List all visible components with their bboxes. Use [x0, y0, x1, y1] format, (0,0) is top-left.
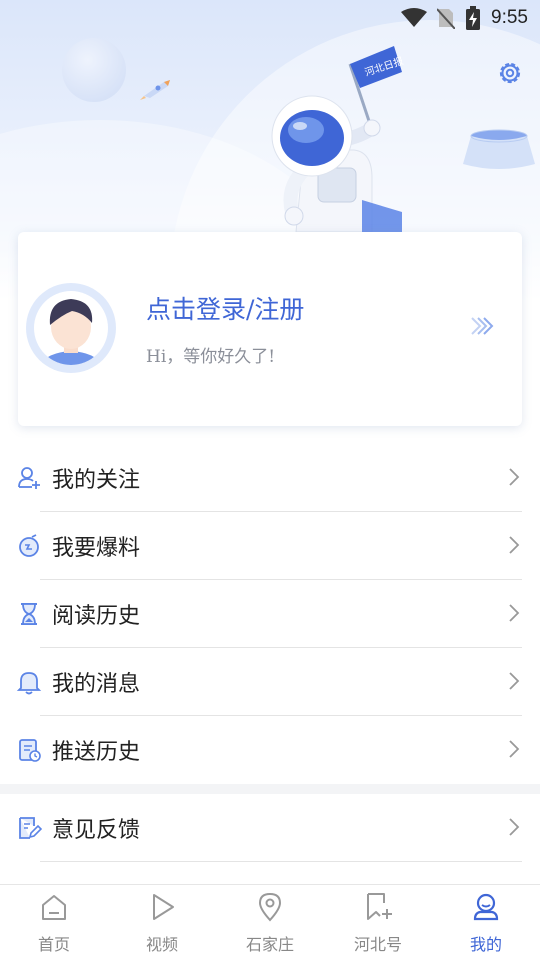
moon-illustration	[62, 38, 126, 102]
nav-tab-video[interactable]: 视频	[108, 885, 216, 961]
section-divider	[0, 784, 540, 794]
chevron-right-icon	[509, 536, 520, 554]
chevron-right-double-icon	[471, 317, 494, 335]
menu-item-label: 我的消息	[52, 672, 141, 697]
nav-label: 首页	[37, 935, 70, 954]
battery-charging-icon	[466, 6, 481, 30]
login-greeting: Hi，等你好久了!	[146, 347, 276, 367]
menu-item-my-follows[interactable]: 我的关注	[0, 444, 540, 512]
user-follow-icon	[18, 467, 40, 489]
report-icon	[19, 534, 39, 557]
divider	[40, 861, 522, 862]
chevron-right-icon	[509, 604, 520, 622]
bookmark-add-icon	[367, 893, 392, 920]
profile-icon	[473, 893, 499, 921]
nav-label: 视频	[145, 935, 178, 954]
play-icon	[153, 894, 174, 920]
home-icon	[42, 895, 66, 920]
rocket-illustration	[140, 80, 170, 100]
menu-item-label: 阅读历史	[52, 604, 141, 629]
menu-item-label: 我的关注	[52, 468, 141, 493]
wifi-icon	[401, 8, 428, 27]
bottom-navigation: 首页 视频 石家庄 河北号 我的	[0, 884, 540, 961]
nav-tab-home[interactable]: 首页	[0, 885, 108, 961]
feedback-icon	[19, 817, 42, 839]
nav-label: 石家庄	[245, 935, 294, 954]
crater-illustration	[463, 129, 535, 169]
gear-icon[interactable]	[496, 59, 524, 87]
chevron-right-icon	[509, 468, 520, 486]
menu-item-report-news[interactable]: 我要爆料	[0, 512, 540, 580]
status-time: 9:55	[491, 7, 528, 28]
nav-label: 我的	[469, 935, 502, 954]
menu-item-reading-history[interactable]: 阅读历史	[0, 580, 540, 648]
astronaut-illustration: 河北日报	[271, 46, 405, 233]
chevron-right-icon	[509, 818, 520, 836]
nav-tab-hebei-hao[interactable]: 河北号	[324, 885, 432, 961]
menu-item-label: 我要爆料	[52, 536, 141, 561]
status-bar: 9:55	[0, 0, 540, 36]
login-card[interactable]: 点击登录/注册 Hi，等你好久了!	[18, 232, 522, 426]
hourglass-icon	[21, 603, 37, 625]
chevron-right-icon	[509, 740, 520, 758]
nav-tab-mine[interactable]: 我的	[432, 885, 540, 961]
nav-label: 河北号	[353, 935, 402, 954]
menu-item-label: 推送历史	[52, 740, 141, 765]
profile-menu: 我的关注 我要爆料 阅读历史 我的消息 推送历史	[0, 444, 540, 784]
menu-item-push-history[interactable]: 推送历史	[0, 716, 540, 784]
bell-icon	[16, 672, 42, 695]
nav-tab-shijiazhuang[interactable]: 石家庄	[216, 885, 324, 961]
menu-item-my-messages[interactable]: 我的消息	[0, 648, 540, 716]
avatar[interactable]	[26, 283, 116, 373]
menu-item-label: 意见反馈	[52, 818, 141, 843]
location-icon	[258, 892, 282, 922]
login-register-link[interactable]: 点击登录/注册	[146, 290, 304, 326]
no-sim-icon	[437, 8, 456, 29]
chevron-right-icon	[509, 672, 520, 690]
menu-item-feedback[interactable]: 意见反馈	[0, 794, 540, 862]
profile-menu-secondary: 意见反馈	[0, 794, 540, 862]
push-history-icon	[19, 739, 41, 762]
